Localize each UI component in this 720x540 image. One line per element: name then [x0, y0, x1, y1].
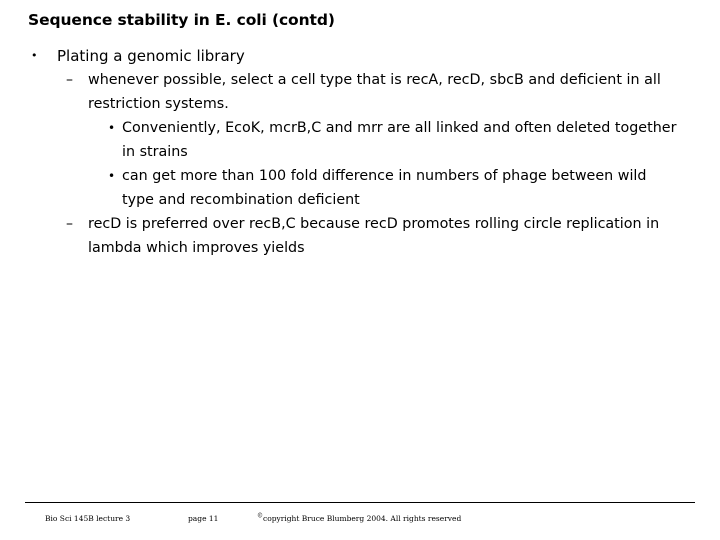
footer-copyright: ©copyright Bruce Blumberg 2004. All righ… [257, 513, 461, 525]
outline-item-text: whenever possible, select a cell type th… [88, 72, 661, 112]
bullet-dot-icon: • [31, 49, 38, 62]
footer-lecture-label: Bio Sci 145B lecture 3 [45, 514, 131, 523]
bullet-dash-icon: – [66, 216, 73, 232]
slide-body-outline: • Plating a genomic library – whenever p… [0, 44, 720, 260]
slide-title: Sequence stability in E. coli (contd) [28, 11, 335, 29]
outline-item-text: Conveniently, EcoK, mcrB,C and mrr are a… [122, 120, 677, 160]
footer-divider [25, 502, 695, 503]
slide-footer: Bio Sci 145B lecture 3 page 11 ©copyrigh… [0, 513, 720, 533]
slide: Sequence stability in E. coli (contd) • … [0, 0, 720, 540]
bullet-dot-icon: • [108, 169, 116, 183]
footer-page-number: page 11 [188, 514, 219, 523]
outline-item-level2: – whenever possible, select a cell type … [0, 68, 720, 116]
footer-copyright-text: copyright Bruce Blumberg 2004. All right… [263, 514, 462, 523]
outline-item-text: can get more than 100 fold difference in… [122, 168, 647, 208]
outline-item-level2: – recD is preferred over recB,C because … [0, 212, 720, 260]
outline-item-level1: • Plating a genomic library [0, 44, 720, 68]
bullet-dot-icon: • [108, 121, 116, 135]
outline-item-text: Plating a genomic library [57, 47, 245, 65]
outline-item-level3: • can get more than 100 fold difference … [0, 164, 720, 212]
outline-item-level3: • Conveniently, EcoK, mcrB,C and mrr are… [0, 116, 720, 164]
bullet-dash-icon: – [66, 72, 73, 88]
outline-item-text: recD is preferred over recB,C because re… [88, 216, 660, 256]
